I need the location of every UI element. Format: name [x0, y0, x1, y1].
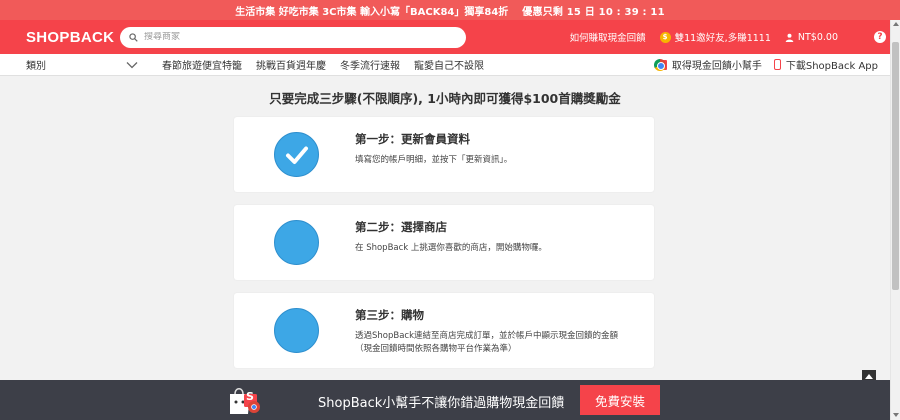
- banner-text: ShopBack小幫手不讓你錯過購物現金回饋: [318, 396, 565, 411]
- bag-letter: S: [246, 390, 254, 403]
- header: SHOPBACK 如何賺取現金回饋 $ 雙11邀好友,多賺1111 NT$0.0…: [0, 20, 900, 54]
- search-input[interactable]: [144, 32, 444, 42]
- shopback-logo[interactable]: SHOPBACK: [26, 29, 120, 46]
- step-complete-icon: [274, 132, 319, 177]
- step-card-1[interactable]: 第一步：更新會員資料 填寫您的帳戶明細，並按下「更新資訊」。: [234, 117, 654, 192]
- step-card-3[interactable]: 第三步：購物 透過ShopBack連結至商店完成訂單，並於帳戶中顯示現金回饋的金…: [234, 293, 654, 368]
- promo-banner[interactable]: 生活市集 好吃市集 3C市集 輸入小寫「BACK84」獨享84折 優惠只剩 15…: [0, 0, 900, 20]
- step-description: 在 ShopBack 上挑選你喜歡的商店，開始購物囉。: [355, 243, 547, 253]
- invite-friends-link[interactable]: $ 雙11邀好友,多賺1111: [659, 30, 771, 44]
- nav-link-pamper-yourself[interactable]: 寵愛自己不設限: [414, 57, 484, 72]
- phone-icon: [773, 59, 781, 70]
- app-label: 下載ShopBack App: [785, 61, 878, 72]
- search-box[interactable]: [120, 26, 466, 48]
- step-description: 透過ShopBack連結至商店完成訂單，並於帳戶中顯示現金回饋的金額（現金回饋時…: [355, 331, 619, 354]
- shopping-bag-icon: [230, 388, 260, 414]
- search-icon: [129, 32, 138, 42]
- step-title: 第一步：更新會員資料: [355, 132, 470, 146]
- nav-link-department-store[interactable]: 挑戰百貨週年慶: [256, 57, 326, 72]
- coin-icon: $: [659, 31, 671, 43]
- nav-link-spring-travel[interactable]: 春節旅遊便宜特籠: [162, 57, 242, 72]
- get-extension-link[interactable]: 取得現金回饋小幫手: [653, 57, 762, 72]
- account-balance[interactable]: NT$0.00: [785, 32, 838, 43]
- scroll-up-arrow[interactable]: [893, 22, 899, 26]
- help-icon[interactable]: ?: [874, 31, 886, 43]
- invite-label: 雙11邀好友,多賺1111: [674, 33, 771, 44]
- promo-countdown: 優惠只剩 15 日 10 : 39 : 11: [522, 6, 665, 18]
- download-app-link[interactable]: 下載ShopBack App: [773, 57, 878, 72]
- category-nav: 類別 春節旅遊便宜特籠 挑戰百貨週年慶 冬季流行速報 寵愛自己不設限 取得現金回…: [0, 54, 900, 76]
- step-title: 第二步：選擇商店: [355, 220, 447, 234]
- how-to-earn-link[interactable]: 如何賺取現金回饋: [570, 30, 646, 44]
- category-dropdown[interactable]: 類別: [0, 57, 138, 72]
- balance-amount: NT$0.00: [797, 31, 838, 43]
- checkmark-icon: [285, 146, 308, 164]
- chrome-icon: [653, 58, 666, 71]
- step-card-2[interactable]: 第二步：選擇商店 在 ShopBack 上挑選你喜歡的商店，開始購物囉。: [234, 205, 654, 280]
- main-content: 只要完成三步驟(不限順序), 1小時內即可獲得$100首購獎勵金 第一步：更新會…: [0, 77, 890, 420]
- promo-text: 生活市集 好吃市集 3C市集 輸入小寫「BACK84」獨享84折: [235, 6, 509, 18]
- extension-label: 取得現金回饋小幫手: [671, 61, 762, 72]
- chevron-down-icon: [126, 61, 138, 68]
- user-icon: [785, 33, 794, 42]
- step-description: 填寫您的帳戶明細，並按下「更新資訊」。: [355, 155, 513, 165]
- step-pending-icon: [274, 220, 319, 265]
- category-label: 類別: [26, 61, 46, 72]
- step-pending-icon: [274, 308, 319, 353]
- scrollbar-thumb[interactable]: [892, 42, 899, 290]
- scroll-down-arrow[interactable]: [893, 413, 899, 417]
- step-title: 第三步：購物: [355, 308, 424, 322]
- nav-link-winter-fashion[interactable]: 冬季流行速報: [340, 57, 400, 72]
- install-button[interactable]: 免費安裝: [580, 385, 660, 415]
- page-headline: 只要完成三步驟(不限順序), 1小時內即可獲得$100首購獎勵金: [269, 91, 621, 106]
- scrollbar[interactable]: [890, 20, 900, 420]
- extension-promo-banner: S ShopBack小幫手不讓你錯過購物現金回饋 免費安裝: [0, 380, 890, 420]
